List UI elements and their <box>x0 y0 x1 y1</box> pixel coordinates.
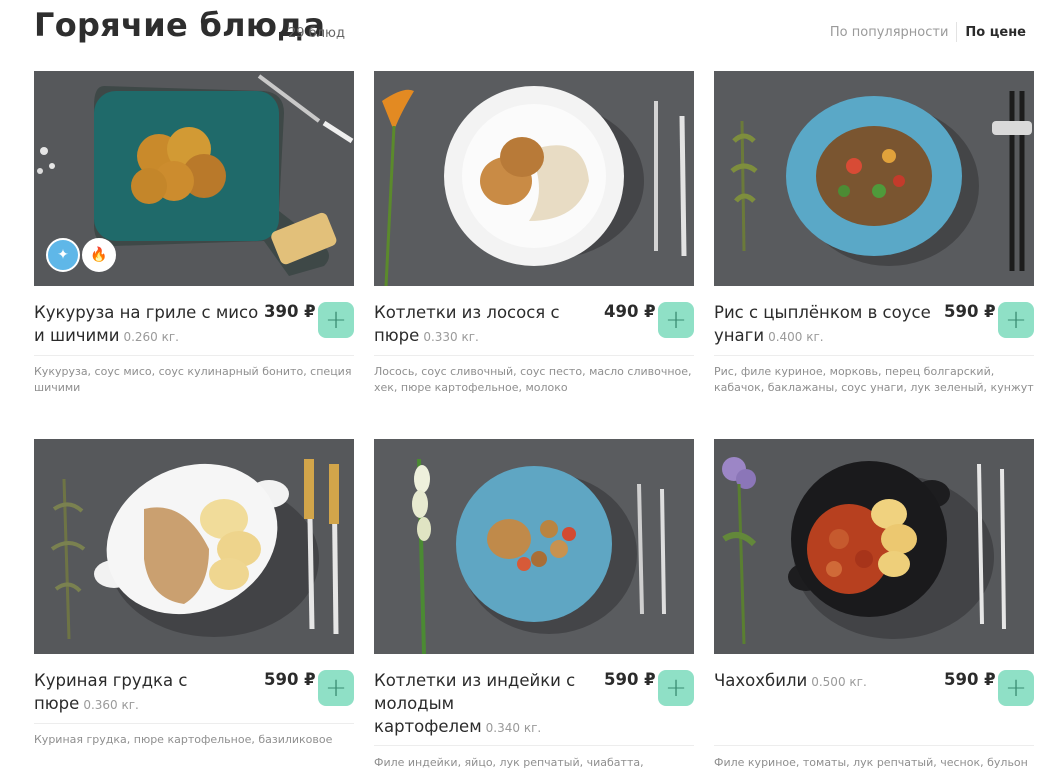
dish-price: 590 ₽ <box>944 670 996 689</box>
divider <box>34 723 354 724</box>
page-header: Горячие блюда 29 блюд По популярности По… <box>34 6 1034 54</box>
dish-ingredients: Филе куриное, томаты, лук репчатый, чесн… <box>714 756 1028 769</box>
dish-photo[interactable] <box>714 439 1034 654</box>
sort-switch: По популярности По цене <box>822 22 1034 42</box>
divider <box>714 745 1034 746</box>
add-to-cart-button[interactable]: + <box>998 302 1034 338</box>
plus-icon: + <box>1005 305 1027 335</box>
dish-ingredients: Лосось, соус сливочный, соус песто, масл… <box>374 365 692 394</box>
dish-photo[interactable]: ✦ 🔥 <box>34 71 354 286</box>
plus-icon: + <box>665 305 687 335</box>
add-to-cart-button[interactable]: + <box>998 670 1034 706</box>
dish-weight: 0.360 кг. <box>83 698 139 712</box>
dish-name: Кукуруза на гриле с мисо и шичими 0.260 к… <box>34 301 259 349</box>
sparkle-icon: ✦ <box>46 238 80 272</box>
dish-title: Котлетки из индейки с молодым картофелем <box>374 671 576 736</box>
dish-name: Чахохбили 0.500 кг. <box>714 669 939 694</box>
dish-price: 590 ₽ <box>944 302 996 321</box>
add-to-cart-button[interactable]: + <box>318 670 354 706</box>
dish-weight: 0.260 кг. <box>123 330 179 344</box>
fire-icon: 🔥 <box>82 238 116 272</box>
add-to-cart-button[interactable]: + <box>318 302 354 338</box>
page-title: Горячие блюда <box>34 6 326 44</box>
dish-count: 29 блюд <box>288 26 345 41</box>
dish-weight: 0.500 кг. <box>811 675 867 689</box>
dish-ingredients: Кукуруза, соус мисо, соус кулинарный бон… <box>34 365 352 394</box>
plus-icon: + <box>325 305 347 335</box>
dish-price: 590 ₽ <box>264 670 316 689</box>
divider <box>34 355 354 356</box>
dish-ingredients: Филе индейки, яйцо, лук репчатый, чиабат… <box>374 756 644 769</box>
dish-price: 490 ₽ <box>604 302 656 321</box>
dish-ingredients: Рис, филе куриное, морковь, перец болгар… <box>714 365 1034 394</box>
sort-by-popularity[interactable]: По популярности <box>822 23 957 42</box>
dish-photo[interactable] <box>34 439 354 654</box>
dish-price: 390 ₽ <box>264 302 316 321</box>
plus-icon: + <box>325 673 347 703</box>
add-to-cart-button[interactable]: + <box>658 302 694 338</box>
divider <box>374 355 694 356</box>
dish-price: 590 ₽ <box>604 670 656 689</box>
dish-name: Котлетки из индейки с молодым картофелем… <box>374 669 599 740</box>
sort-by-price[interactable]: По цене <box>957 23 1034 42</box>
dish-photo[interactable] <box>374 71 694 286</box>
dish-name: Котлетки из лосося с пюре 0.330 кг. <box>374 301 599 349</box>
dish-weight: 0.340 кг. <box>485 721 542 735</box>
plus-icon: + <box>665 673 687 703</box>
dish-photo[interactable] <box>374 439 694 654</box>
dish-weight: 0.400 кг. <box>768 330 824 344</box>
divider <box>374 745 694 746</box>
dish-weight: 0.330 кг. <box>423 330 479 344</box>
divider <box>714 355 1034 356</box>
badge-row: ✦ 🔥 <box>46 238 118 272</box>
dish-photo[interactable] <box>714 71 1034 286</box>
dish-title: Чахохбили <box>714 671 808 690</box>
plus-icon: + <box>1005 673 1027 703</box>
dish-name: Куриная грудка с пюре 0.360 кг. <box>34 669 259 717</box>
dish-name: Рис с цыплёнком в соусе унаги 0.400 кг. <box>714 301 939 349</box>
add-to-cart-button[interactable]: + <box>658 670 694 706</box>
dish-ingredients: Куриная грудка, пюре картофельное, базил… <box>34 733 333 746</box>
